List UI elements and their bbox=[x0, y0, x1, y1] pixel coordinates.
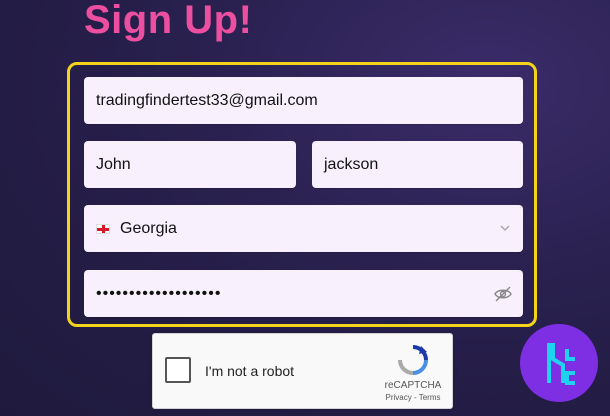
recaptcha-links: Privacy - Terms bbox=[377, 393, 449, 402]
recaptcha-widget: I'm not a robot reCAPTCHA Privacy - Term… bbox=[152, 333, 453, 409]
password-field[interactable]: ••••••••••••••••••• bbox=[84, 270, 523, 317]
last-name-field[interactable]: jackson bbox=[312, 141, 523, 188]
first-name-field[interactable]: John bbox=[84, 141, 296, 188]
chevron-down-icon bbox=[500, 225, 510, 232]
links-separator: - bbox=[411, 393, 419, 402]
page-title: Sign Up! bbox=[84, 0, 253, 42]
recaptcha-brand: reCAPTCHA bbox=[384, 380, 442, 391]
password-value: ••••••••••••••••••• bbox=[96, 284, 222, 302]
eye-slash-icon[interactable] bbox=[493, 284, 513, 304]
logo-icon bbox=[547, 343, 575, 385]
email-field[interactable]: tradingfindertest33@gmail.com bbox=[84, 77, 523, 124]
privacy-link[interactable]: Privacy bbox=[386, 393, 412, 402]
country-select[interactable]: Georgia bbox=[84, 205, 523, 252]
recaptcha-label: I'm not a robot bbox=[205, 363, 295, 379]
georgia-flag-icon bbox=[96, 223, 110, 234]
country-value: Georgia bbox=[120, 219, 177, 237]
recaptcha-checkbox[interactable] bbox=[165, 357, 191, 383]
last-name-value: jackson bbox=[324, 155, 379, 173]
brand-badge bbox=[520, 324, 598, 402]
email-value: tradingfindertest33@gmail.com bbox=[96, 91, 318, 109]
terms-link[interactable]: Terms bbox=[419, 393, 441, 402]
first-name-value: John bbox=[96, 155, 131, 173]
recaptcha-icon bbox=[398, 345, 428, 375]
